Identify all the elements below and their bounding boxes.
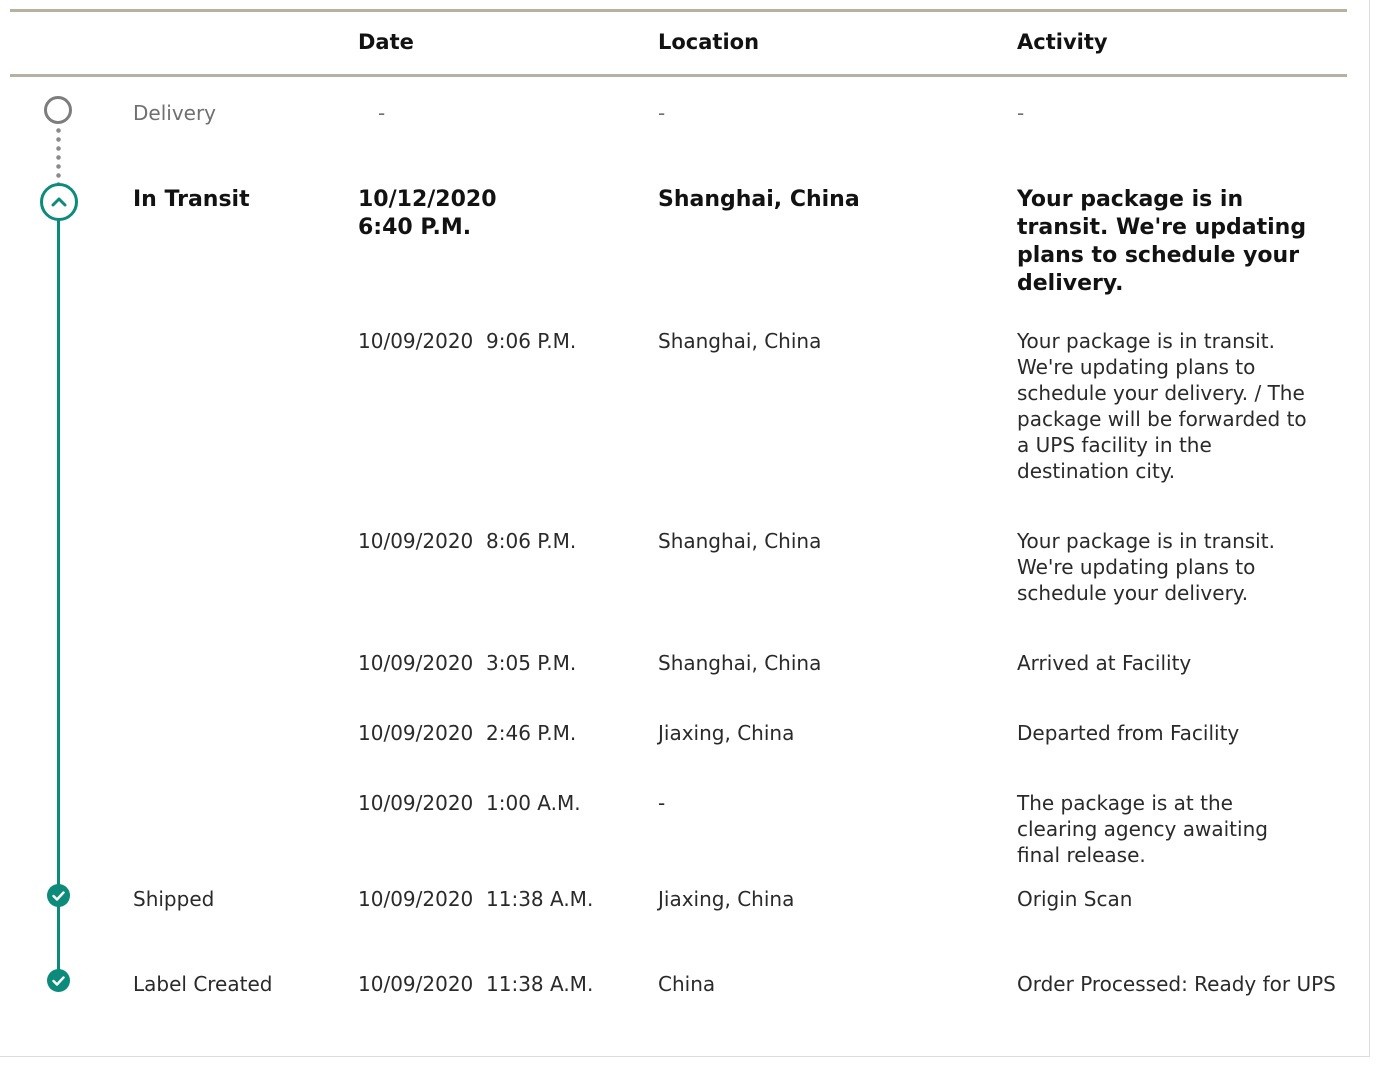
milestone-in-transit-label: In Transit [133, 187, 250, 212]
event-date: 10/09/2020 3:05 P.M. [358, 651, 577, 675]
event-date-day: 10/12/2020 [358, 187, 497, 212]
event-date: 10/09/2020 11:38 A.M. [358, 887, 594, 911]
event-date: 10/09/2020 8:06 P.M. [358, 529, 577, 553]
event-location: - [658, 791, 666, 815]
delivery-location: - [658, 101, 666, 125]
header-rule [10, 74, 1347, 77]
event-location: Shanghai, China [658, 329, 822, 353]
header-activity: Activity [1017, 30, 1108, 54]
event-location: Jiaxing, China [658, 887, 795, 911]
empty-circle-icon [44, 96, 72, 124]
header-location: Location [658, 30, 760, 54]
event-location: Jiaxing, China [658, 721, 795, 745]
timeline-progress-line [57, 215, 60, 983]
milestone-delivery-label: Delivery [133, 101, 217, 125]
event-date: 10/09/2020 11:38 A.M. [358, 972, 594, 996]
event-date: 10/09/2020 1:00 A.M. [358, 791, 581, 815]
tracking-history-panel: Date Location Activity Delivery - - - In… [0, 0, 1370, 1057]
check-circle-icon [47, 969, 70, 992]
event-date-time: 6:40 P.M. [358, 215, 472, 240]
event-activity: Your package is in transit. We're updati… [1017, 529, 1275, 605]
header-date: Date [358, 30, 414, 54]
check-circle-icon [47, 884, 70, 907]
top-rule [10, 9, 1347, 12]
delivery-date: - [378, 101, 386, 125]
event-date: 10/12/2020 6:40 P.M. [358, 186, 497, 242]
event-activity: Your package is in transit. We're updati… [1017, 329, 1307, 483]
delivery-activity: - [1017, 101, 1025, 125]
event-location: China [658, 972, 716, 996]
event-date: 10/09/2020 9:06 P.M. [358, 329, 577, 353]
chevron-up-icon[interactable] [40, 183, 78, 221]
timeline-pending-connector [56, 126, 61, 184]
event-activity: Your package is in transit. We're updati… [1017, 187, 1307, 296]
milestone-shipped-label: Shipped [133, 887, 215, 911]
event-activity: Order Processed: Ready for UPS [1017, 972, 1336, 996]
event-activity: Origin Scan [1017, 887, 1133, 911]
event-activity: Departed from Facility [1017, 721, 1240, 745]
event-location: Shanghai, China [658, 529, 822, 553]
event-date: 10/09/2020 2:46 P.M. [358, 721, 577, 745]
event-activity: The package is at the clearing agency aw… [1017, 791, 1268, 867]
event-activity: Arrived at Facility [1017, 651, 1192, 675]
event-location: Shanghai, China [658, 187, 860, 212]
milestone-label-created-label: Label Created [133, 972, 273, 996]
event-location: Shanghai, China [658, 651, 822, 675]
